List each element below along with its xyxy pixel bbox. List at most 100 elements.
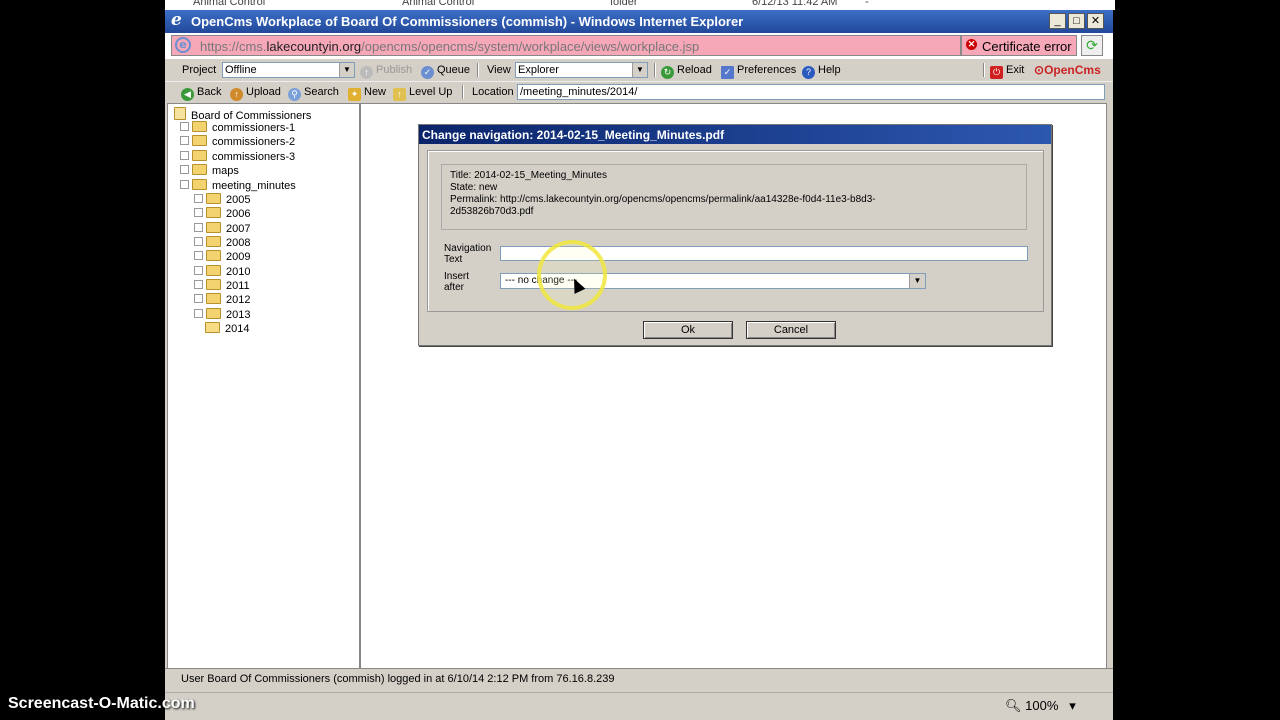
location-label: Location [472,86,514,98]
info-permalink: Permalink: http://cms.lakecountyin.org/o… [450,194,876,205]
toolbar-separator [983,63,985,77]
preferences-icon: ✓ [721,66,734,79]
folder-icon [206,308,221,319]
bg-cell: Animal Control [402,0,475,8]
dialog-body: Title: 2014-02-15_Meeting_Minutes State:… [427,150,1044,312]
info-permalink-cont: 2d53826b70d3.pdf [450,206,534,217]
minimize-button[interactable]: _ [1049,13,1066,29]
collapse-icon [180,180,189,189]
view-select[interactable]: Explorer ▼ [515,62,648,78]
level-up-button[interactable]: ↑ Level Up [393,86,452,101]
folder-tree: Board of Commissioners commissioners-1 c… [167,103,360,670]
tree-root[interactable]: Board of Commissioners [174,107,311,122]
upload-icon: ↑ [230,88,243,101]
expand-icon [194,266,203,275]
tree-item-selected[interactable]: 2014 [205,322,249,335]
project-value: Offline [225,64,257,76]
expand-icon [194,280,203,289]
view-label: View [487,64,511,76]
tree-item[interactable]: commissioners-2 [180,135,295,148]
folder-icon [206,236,221,247]
ie-page-icon: e [175,37,191,53]
publish-button[interactable]: ↑ Publish [360,64,412,79]
tree-item[interactable]: meeting_minutes [180,179,296,192]
opencms-status-bar: User Board Of Commissioners (commish) lo… [165,668,1113,689]
project-select[interactable]: Offline ▼ [222,62,355,78]
expand-icon [180,122,189,131]
tree-item[interactable]: 2006 [194,207,250,220]
back-arrow-icon: ◀ [181,88,194,101]
ie-logo-icon: e [171,10,182,30]
zoom-control[interactable]: 🔍︎ 100% ▾ [1005,698,1076,714]
toolbar-separator [462,85,464,99]
expand-icon [194,208,203,217]
tree-item[interactable]: 2005 [194,193,250,206]
opencms-toolbar: Project Offline ▼ ↑ Publish ✓ Queue View E… [165,60,1113,82]
tree-item[interactable]: maps [180,164,239,177]
publish-icon: ↑ [360,66,373,79]
expand-icon [180,151,189,160]
title-bar[interactable]: e OpenCms Workplace of Board Of Commissi… [165,10,1113,33]
search-button[interactable]: ⚲ Search [288,86,339,101]
close-button[interactable]: ✕ [1087,13,1104,29]
tree-item[interactable]: 2009 [194,250,250,263]
folder-icon [206,265,221,276]
chevron-down-icon: ▼ [909,274,925,288]
window-title: OpenCms Workplace of Board Of Commission… [191,14,744,29]
new-button[interactable]: ✦ New [348,86,386,101]
folder-icon [206,279,221,290]
certificate-error-label: Certificate error [982,39,1072,54]
info-state: State: new [450,182,498,193]
navigation-text-label: Navigation Text [444,243,492,265]
info-title: Title: 2014-02-15_Meeting_Minutes [450,170,607,181]
chevron-down-icon: ▼ [632,63,647,77]
preferences-button[interactable]: ✓ Preferences [721,64,796,79]
dialog-title: Change navigation: 2014-02-15_Meeting_Mi… [422,128,725,142]
cursor-highlight [537,240,607,310]
help-button[interactable]: ? Help [802,64,841,79]
ok-button[interactable]: Ok [643,321,733,339]
tree-item[interactable]: 2013 [194,308,250,321]
location-field[interactable]: /meeting_minutes/2014/ [517,84,1105,100]
folder-icon [206,293,221,304]
folder-icon [206,250,221,261]
folder-icon [206,222,221,233]
error-icon: ✕ [966,39,977,50]
tree-item[interactable]: 2012 [194,293,250,306]
queue-icon: ✓ [421,66,434,79]
tree-item[interactable]: commissioners-1 [180,121,295,134]
change-navigation-dialog: Change navigation: 2014-02-15_Meeting_Mi… [418,124,1052,346]
back-button[interactable]: ◀ Back [181,86,221,101]
tree-item[interactable]: 2008 [194,236,250,249]
tree-item[interactable]: 2007 [194,222,250,235]
toolbar-separator [477,63,479,77]
toolbar-separator [654,63,656,77]
opencms-logo: ⊙OpenCms [1034,63,1101,77]
folder-icon [192,121,207,132]
expand-icon [194,237,203,246]
new-wand-icon: ✦ [348,88,361,101]
upload-button[interactable]: ↑ Upload [230,86,281,101]
refresh-icon[interactable]: ⟳ [1081,35,1103,56]
insert-after-label: Insert after [444,271,470,293]
url-field[interactable]: e https://cms.lakecountyin.org/opencms/o… [171,35,961,56]
expand-icon [194,251,203,260]
maximize-button[interactable]: □ [1068,13,1085,29]
exit-button[interactable]: ⏻ Exit [990,64,1024,79]
folder-icon [192,164,207,175]
queue-button[interactable]: ✓ Queue [421,64,470,79]
reload-button[interactable]: ↻ Reload [661,64,712,79]
cancel-button[interactable]: Cancel [746,321,836,339]
expand-icon [194,309,203,318]
reload-icon: ↻ [661,66,674,79]
url-text: https://cms.lakecountyin.org/opencms/ope… [200,39,700,54]
watermark: Screencast-O-Matic.com [8,695,195,712]
tree-item[interactable]: commissioners-3 [180,150,295,163]
tree-item[interactable]: 2011 [194,279,250,292]
chevron-down-icon: ▾ [1069,698,1076,713]
tree-item[interactable]: 2010 [194,265,250,278]
search-icon: ⚲ [288,88,301,101]
certificate-error-button[interactable]: ✕ Certificate error [961,35,1077,56]
bg-cell: folder [610,0,638,8]
expand-icon [180,136,189,145]
